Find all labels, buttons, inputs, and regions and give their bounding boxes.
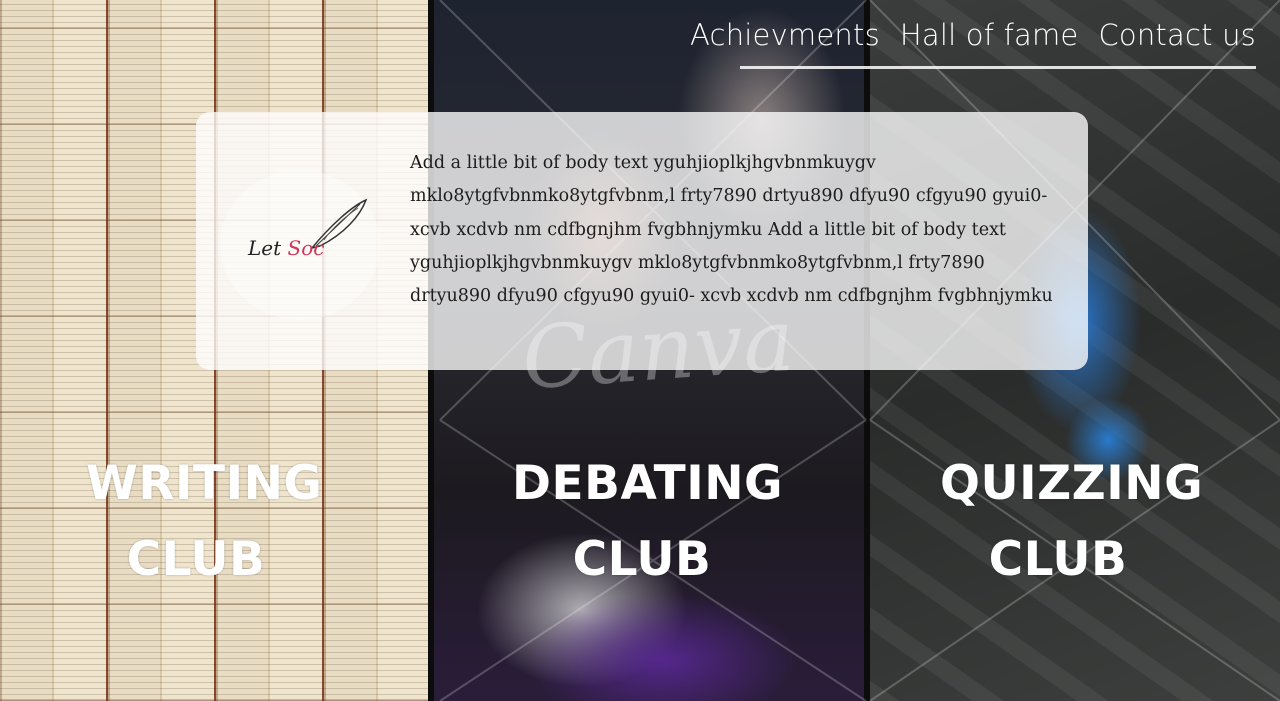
club-subtitle: CLUB (572, 532, 712, 587)
club-title: DEBATING (512, 456, 784, 511)
card-body-text: Add a little bit of body text yguhjioplk… (410, 153, 1053, 307)
nav-hall-of-fame[interactable]: Hall of fame (900, 18, 1079, 52)
debating-club-link[interactable]: DEBATING CLUB (512, 446, 784, 598)
canva-watermark: Canva (518, 290, 798, 410)
club-title: QUIZZING (940, 456, 1204, 511)
nav-underline (740, 66, 1256, 69)
club-subtitle: CLUB (988, 532, 1128, 587)
writing-club-link[interactable]: WRITING CLUB (86, 446, 323, 598)
site-logo[interactable]: Let Soc (220, 170, 380, 320)
club-subtitle: CLUB (126, 532, 266, 587)
quizzing-club-link[interactable]: QUIZZING CLUB (940, 446, 1204, 598)
club-title: WRITING (86, 456, 323, 511)
logo-text: Let Soc (248, 236, 325, 260)
nav-contact-us[interactable]: Contact us (1098, 18, 1256, 52)
top-nav: Achievments Hall of fame Contact us (690, 18, 1256, 52)
nav-achievements[interactable]: Achievments (690, 18, 880, 52)
